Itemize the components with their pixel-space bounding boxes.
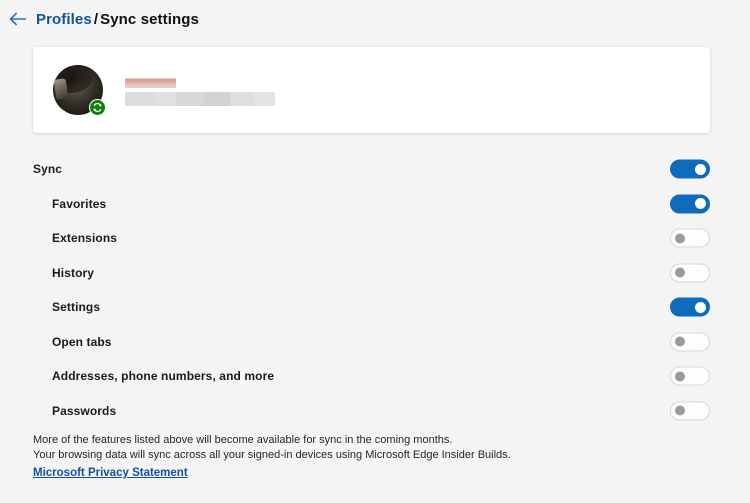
sync-row-label: Passwords bbox=[52, 403, 117, 418]
sync-row-label: Extensions bbox=[52, 231, 118, 246]
breadcrumb-separator: / bbox=[93, 10, 99, 28]
sync-row: Passwords bbox=[0, 394, 750, 429]
sync-row: Extensions bbox=[0, 221, 750, 256]
profile-email-redacted bbox=[125, 91, 275, 106]
breadcrumb: Profiles / Sync settings bbox=[36, 11, 199, 28]
arrow-left-icon bbox=[8, 11, 28, 27]
sync-toggle[interactable] bbox=[670, 401, 710, 421]
sync-toggle[interactable] bbox=[670, 194, 710, 214]
toggle-knob bbox=[675, 267, 685, 278]
sync-row: History bbox=[0, 256, 750, 291]
sync-row-label: Favorites bbox=[52, 196, 107, 211]
footer-notes: More of the features listed above will b… bbox=[33, 433, 713, 481]
sync-row-label: Addresses, phone numbers, and more bbox=[52, 369, 275, 384]
avatar bbox=[53, 65, 106, 116]
sync-row: Sync bbox=[0, 152, 750, 187]
sync-toggle[interactable] bbox=[670, 228, 710, 248]
sync-toggle[interactable] bbox=[670, 263, 710, 283]
profile-name-redacted bbox=[125, 74, 176, 88]
breadcrumb-current-page: Sync settings bbox=[100, 10, 199, 28]
sync-row: Addresses, phone numbers, and more bbox=[0, 359, 750, 394]
footer-line-2: Your browsing data will sync across all … bbox=[33, 449, 511, 461]
toggle-knob bbox=[675, 336, 685, 347]
profile-card bbox=[33, 47, 710, 133]
sync-options-list: Sync Favorites Extensions History Settings Op… bbox=[0, 152, 750, 428]
toggle-knob bbox=[695, 301, 706, 313]
page-header: Profiles / Sync settings bbox=[0, 0, 750, 38]
sync-toggle[interactable] bbox=[670, 297, 710, 317]
sync-row: Settings bbox=[0, 290, 750, 325]
profile-identity bbox=[125, 74, 275, 106]
microsoft-privacy-statement-link[interactable]: Microsoft Privacy Statement bbox=[33, 467, 188, 479]
toggle-knob bbox=[695, 198, 706, 210]
sync-row: Open tabs bbox=[0, 325, 750, 360]
sync-row-label: Settings bbox=[52, 300, 101, 315]
toggle-knob bbox=[675, 405, 685, 416]
sync-row-label: Open tabs bbox=[52, 334, 112, 349]
sync-row: Favorites bbox=[0, 187, 750, 222]
sync-row-label: Sync bbox=[33, 162, 63, 177]
toggle-knob bbox=[675, 233, 685, 244]
toggle-knob bbox=[675, 371, 685, 382]
back-button[interactable] bbox=[4, 5, 32, 33]
footer-line-1: More of the features listed above will b… bbox=[33, 434, 453, 446]
sync-row-label: History bbox=[52, 265, 95, 280]
sync-toggle[interactable] bbox=[670, 366, 710, 386]
toggle-knob bbox=[695, 163, 706, 175]
sync-status-icon bbox=[89, 99, 106, 116]
sync-toggle[interactable] bbox=[670, 332, 710, 352]
breadcrumb-profiles-link[interactable]: Profiles bbox=[36, 11, 92, 28]
sync-toggle[interactable] bbox=[670, 159, 710, 179]
